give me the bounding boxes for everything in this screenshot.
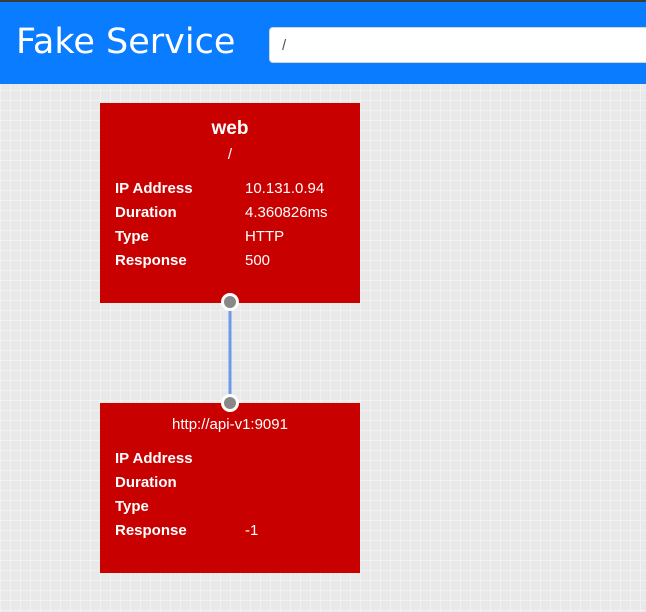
connector-layer	[221, 293, 239, 412]
port-dot-icon	[224, 397, 236, 409]
port-dot-icon	[224, 296, 236, 308]
output-port[interactable]	[221, 293, 239, 311]
input-port[interactable]	[221, 394, 239, 412]
